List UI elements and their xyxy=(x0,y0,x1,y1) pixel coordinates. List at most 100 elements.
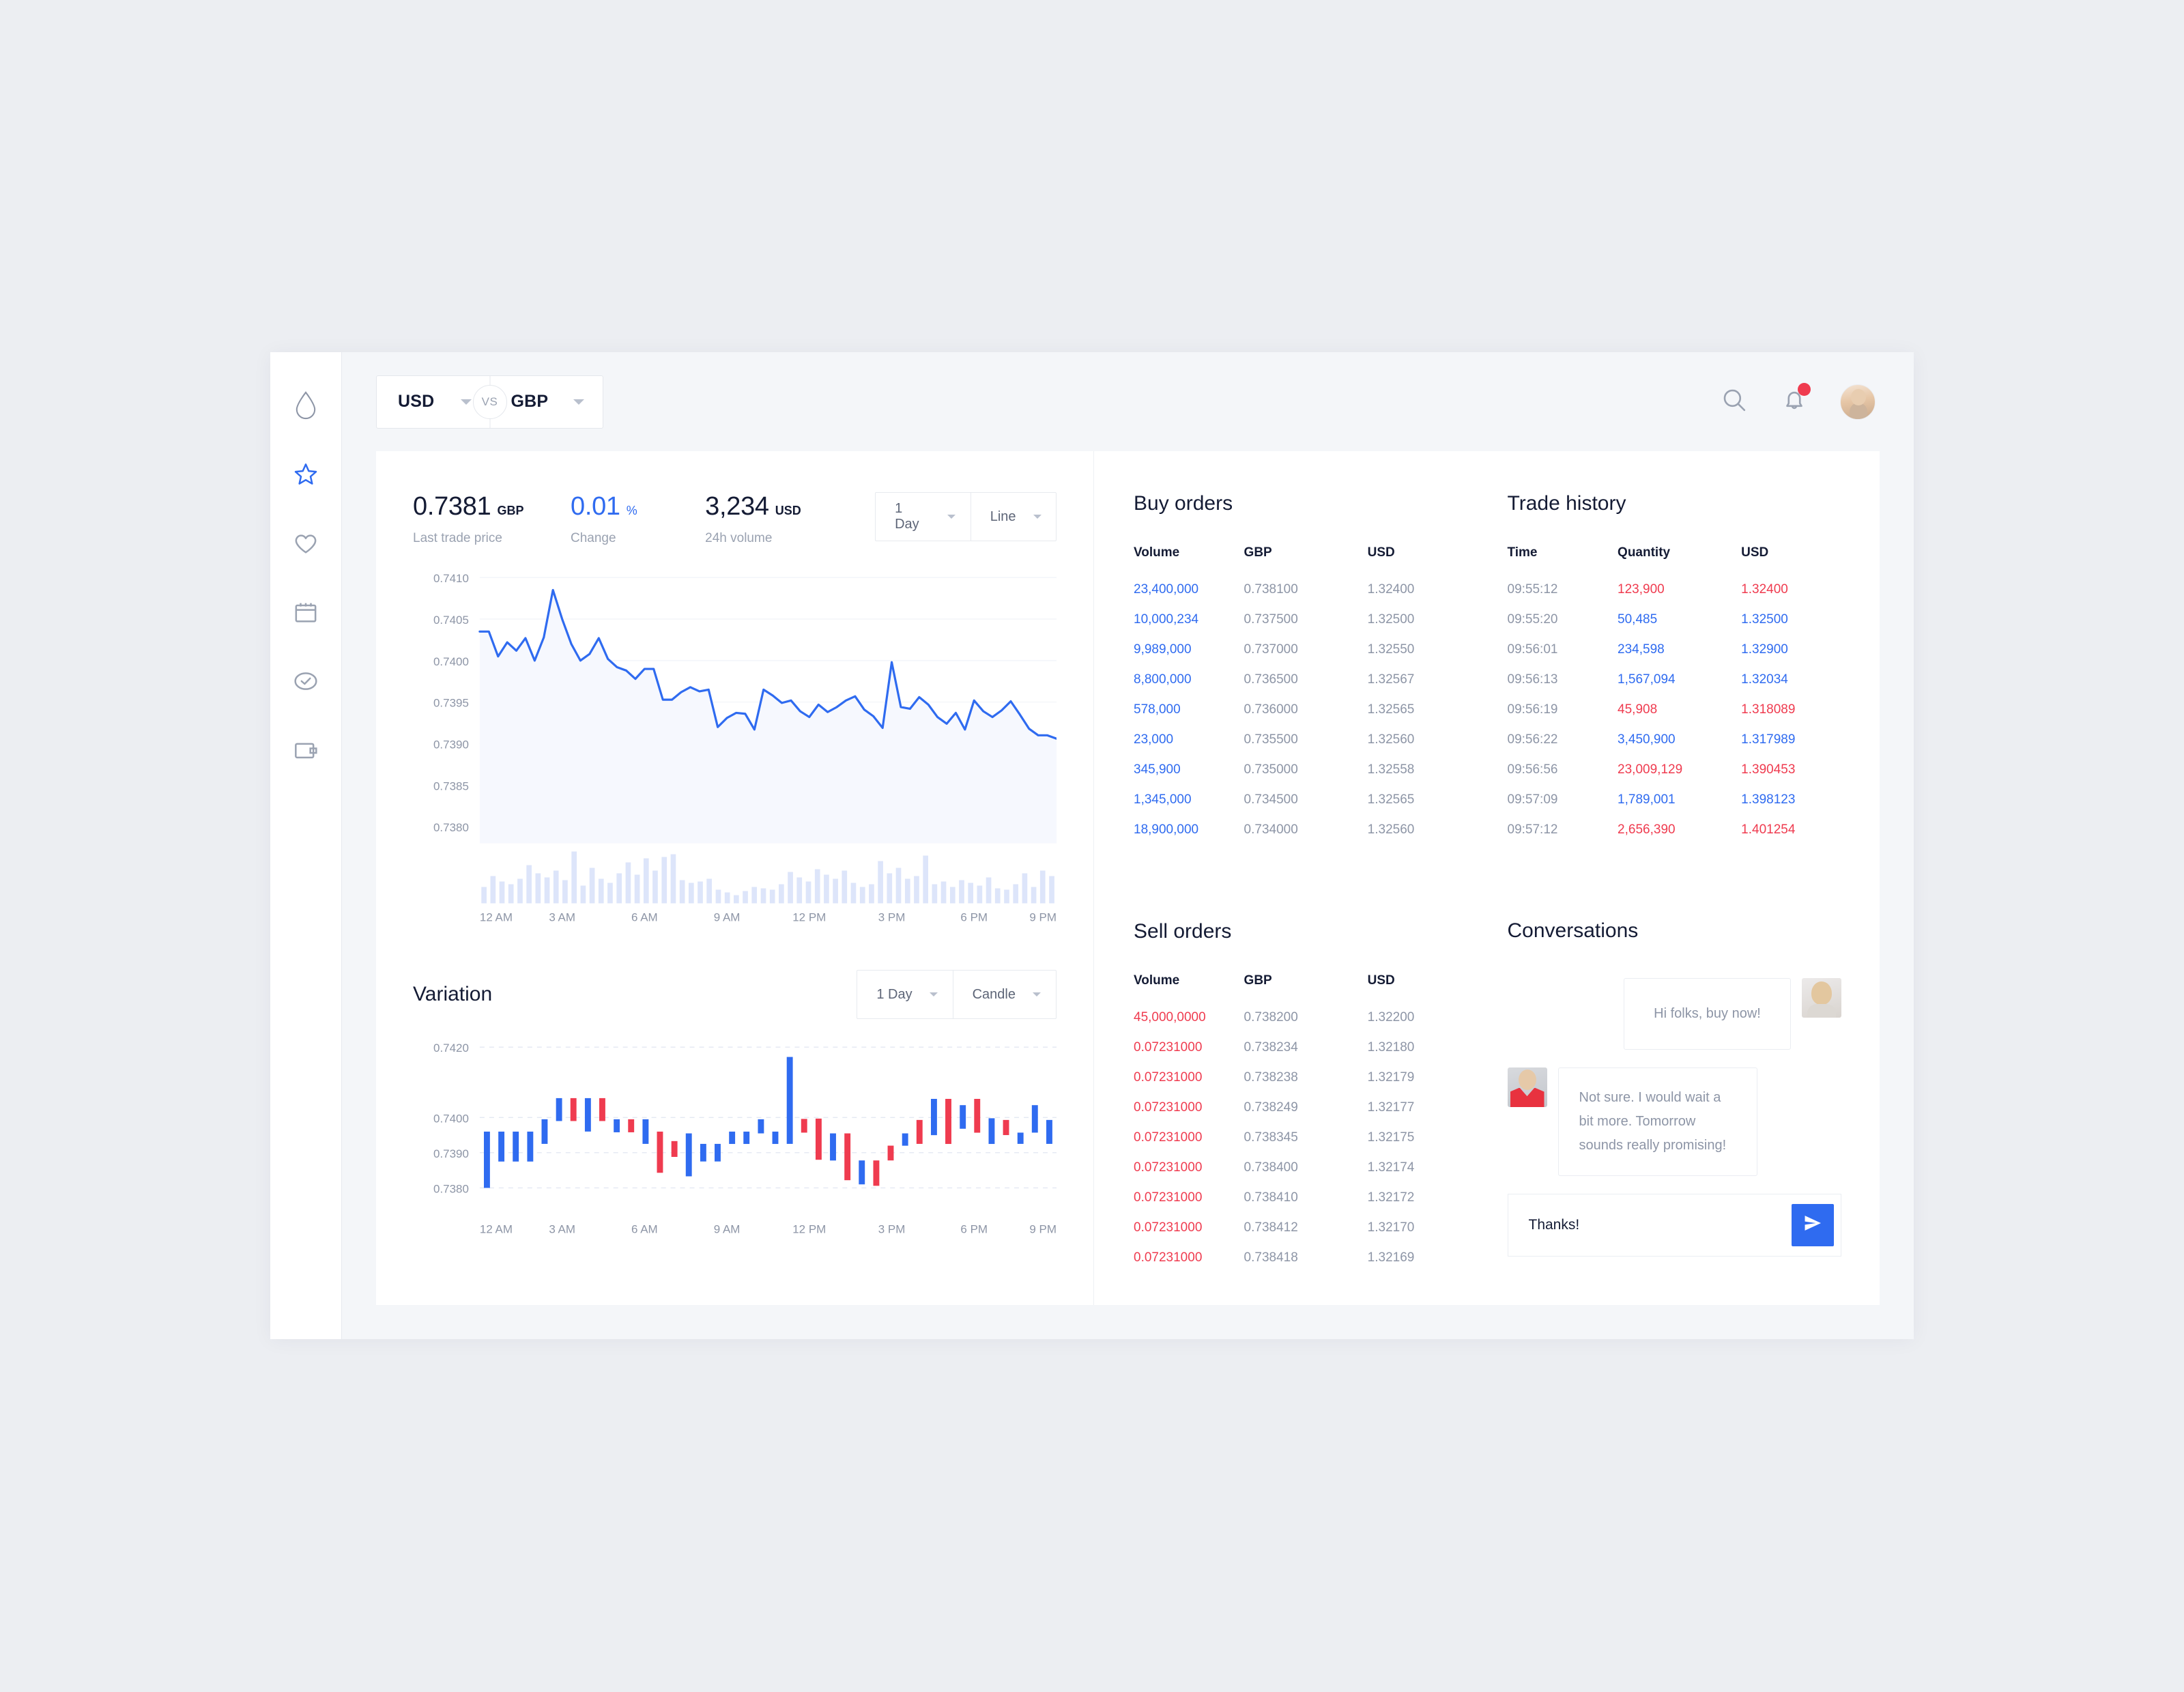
table-row[interactable]: 23,000 0.735500 1.32560 xyxy=(1134,732,1468,762)
table-row[interactable]: 1,345,000 0.734500 1.32565 xyxy=(1134,792,1468,822)
table-row[interactable]: 345,900 0.735000 1.32558 xyxy=(1134,762,1468,792)
message-avatar xyxy=(1507,1067,1547,1107)
table-cell: 1.32567 xyxy=(1367,672,1415,687)
buy-orders-block: Buy orders Volume GBP USD 23,400,000 0.73… xyxy=(1134,492,1468,878)
table-cell: 0.738238 xyxy=(1244,1070,1298,1085)
topbar: USD VS GBP xyxy=(342,352,1914,451)
price-chart-container: 0.7410 0.7405 0.7400 0.7395 0.7390 0.7385 0.73… xyxy=(376,546,1093,947)
table-row[interactable]: 09:56:56 23,009,129 1.390453 xyxy=(1508,762,1842,792)
table-cell: 0.738200 xyxy=(1244,1009,1298,1024)
table-cell: 0.736500 xyxy=(1244,672,1298,687)
user-avatar[interactable] xyxy=(1840,384,1876,420)
svg-text:0.7390: 0.7390 xyxy=(433,1147,469,1160)
table-row[interactable]: 09:56:01 234,598 1.32900 xyxy=(1508,642,1842,672)
sidebar-item-watchlist[interactable] xyxy=(288,526,324,561)
table-row[interactable]: 45,000,0000 0.738200 1.32200 xyxy=(1134,1010,1468,1040)
table-row[interactable]: 18,900,000 0.734000 1.32560 xyxy=(1134,822,1468,852)
table-cell: 1.318089 xyxy=(1741,702,1796,717)
droplet-icon xyxy=(293,390,318,420)
table-cell: 09:57:12 xyxy=(1507,822,1558,837)
table-cell: 1.32400 xyxy=(1741,582,1788,597)
table-row[interactable]: 0.07231000 0.738345 1.32175 xyxy=(1134,1130,1468,1160)
table-cell: 1.32169 xyxy=(1367,1250,1415,1265)
table-row[interactable]: 8,800,000 0.736500 1.32567 xyxy=(1134,672,1468,702)
send-message-button[interactable] xyxy=(1792,1203,1834,1246)
sidebar-item-wallet[interactable] xyxy=(288,732,324,768)
sidebar-item-completed[interactable] xyxy=(288,663,324,699)
table-cell: 09:56:19 xyxy=(1507,702,1558,717)
table-row[interactable]: 09:56:22 3,450,900 1.317989 xyxy=(1508,732,1842,762)
svg-text:0.7410: 0.7410 xyxy=(433,572,469,585)
message-input[interactable]: Thanks! xyxy=(1529,1217,1792,1233)
table-cell: 1.32560 xyxy=(1367,732,1415,747)
table-row[interactable]: 0.07231000 0.738412 1.32170 xyxy=(1134,1220,1468,1250)
table-row[interactable]: 23,400,000 0.738100 1.32400 xyxy=(1134,582,1468,612)
variation-chart-type-select[interactable]: Candle xyxy=(952,971,1056,1019)
table-row[interactable]: 09:56:13 1,567,094 1.32034 xyxy=(1508,672,1842,702)
svg-text:12 AM: 12 AM xyxy=(480,1223,513,1236)
table-cell: 09:56:13 xyxy=(1507,672,1558,687)
variation-controls: 1 Day Candle xyxy=(857,970,1057,1020)
table-cell: 0.07231000 xyxy=(1134,1130,1203,1145)
trade-history-block: Trade history Time Quantity USD 09:55:12… xyxy=(1508,492,1842,878)
notification-badge xyxy=(1798,383,1811,396)
price-line-chart[interactable]: 0.7410 0.7405 0.7400 0.7395 0.7390 0.7385 0.73… xyxy=(413,565,1057,947)
table-row[interactable]: 0.07231000 0.738418 1.32169 xyxy=(1134,1250,1468,1280)
table-row[interactable]: 0.07231000 0.738234 1.32180 xyxy=(1134,1040,1468,1070)
table-cell: 1.390453 xyxy=(1741,762,1796,777)
col-quantity: Quantity xyxy=(1618,545,1671,560)
sidebar-item-calendar[interactable] xyxy=(288,594,324,630)
table-row[interactable]: 09:56:19 45,908 1.318089 xyxy=(1508,702,1842,732)
wallet-icon xyxy=(292,736,319,764)
calendar-icon xyxy=(292,599,319,626)
col-gbp: GBP xyxy=(1244,973,1272,988)
table-cell: 0.738410 xyxy=(1244,1190,1298,1205)
svg-text:12 PM: 12 PM xyxy=(792,910,826,923)
table-cell: 0.738418 xyxy=(1244,1250,1298,1265)
buy-orders-table: Volume GBP USD 23,400,000 0.738100 1.32400… xyxy=(1134,545,1468,852)
svg-text:0.7395: 0.7395 xyxy=(433,697,469,710)
table-cell: 1.32400 xyxy=(1367,582,1415,597)
table-cell: 2,656,390 xyxy=(1618,822,1676,837)
conversations-title: Conversations xyxy=(1507,919,1639,942)
search-button[interactable] xyxy=(1720,386,1749,418)
notifications-button[interactable] xyxy=(1780,383,1811,418)
table-row[interactable]: 09:57:09 1,789,001 1.398123 xyxy=(1508,792,1842,822)
chevron-down-icon xyxy=(1033,515,1041,519)
svg-text:12 AM: 12 AM xyxy=(480,910,513,923)
app-logo[interactable] xyxy=(288,388,324,423)
table-cell: 0.738412 xyxy=(1244,1220,1298,1235)
table-cell: 1.32565 xyxy=(1367,702,1415,717)
table-row[interactable]: 0.07231000 0.738410 1.32172 xyxy=(1134,1190,1468,1220)
table-cell: 18,900,000 xyxy=(1134,822,1199,837)
table-row[interactable]: 0.07231000 0.738400 1.32174 xyxy=(1134,1160,1468,1190)
currency-pair-selector[interactable]: USD VS GBP xyxy=(376,375,603,429)
topbar-actions xyxy=(1720,383,1876,420)
table-cell: 1.32558 xyxy=(1367,762,1415,777)
table-cell: 23,400,000 xyxy=(1134,582,1199,597)
table-row[interactable]: 9,989,000 0.737000 1.32550 xyxy=(1134,642,1468,672)
table-cell: 10,000,234 xyxy=(1134,612,1199,627)
message-composer[interactable]: Thanks! xyxy=(1507,1193,1841,1257)
table-row[interactable]: 578,000 0.736000 1.32565 xyxy=(1134,702,1468,732)
table-row[interactable]: 09:55:20 50,485 1.32500 xyxy=(1508,612,1842,642)
chevron-down-icon xyxy=(460,399,472,405)
search-icon xyxy=(1720,386,1749,418)
sidebar-item-favorites[interactable] xyxy=(288,457,324,492)
star-icon xyxy=(292,461,319,488)
price-range-select[interactable]: 1 Day xyxy=(876,493,971,541)
svg-text:9 AM: 9 AM xyxy=(714,910,741,923)
table-row[interactable]: 10,000,234 0.737500 1.32500 xyxy=(1134,612,1468,642)
table-row[interactable]: 0.07231000 0.738249 1.32177 xyxy=(1134,1100,1468,1130)
price-chart-type-select[interactable]: Line xyxy=(970,493,1056,541)
heart-icon xyxy=(292,530,319,557)
variation-range-select[interactable]: 1 Day xyxy=(857,971,952,1018)
table-cell: 0.738249 xyxy=(1244,1100,1298,1115)
table-cell: 0.07231000 xyxy=(1134,1190,1203,1205)
price-unit: GBP xyxy=(497,504,524,517)
table-row[interactable]: 0.07231000 0.738238 1.32179 xyxy=(1134,1070,1468,1100)
table-row[interactable]: 09:55:12 123,900 1.32400 xyxy=(1508,582,1842,612)
variation-candlestick-chart[interactable]: 0.7420 0.7400 0.7390 0.7380 12 AM 3 AM 6 AM 9 A… xyxy=(413,1038,1057,1250)
table-row[interactable]: 09:57:12 2,656,390 1.401254 xyxy=(1508,822,1842,852)
table-cell: 0.07231000 xyxy=(1134,1070,1203,1085)
